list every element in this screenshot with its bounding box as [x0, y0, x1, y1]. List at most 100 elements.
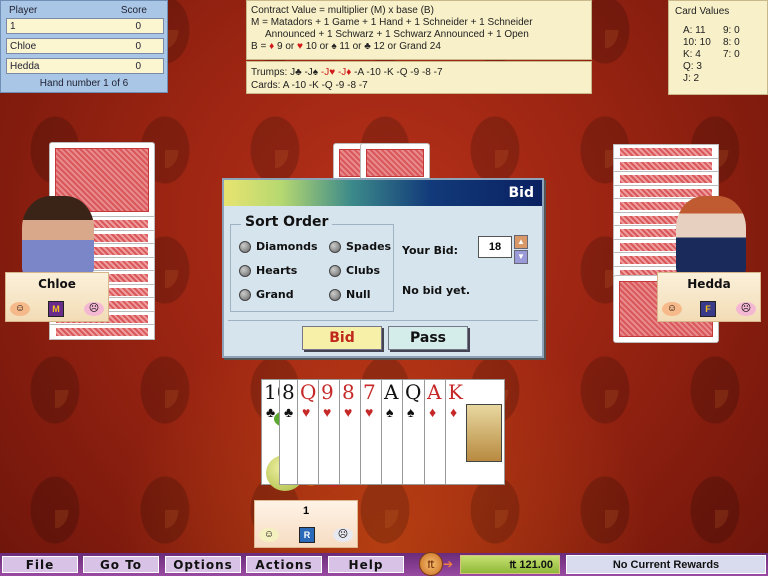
- currency-coin-icon[interactable]: ₶: [419, 552, 443, 576]
- balance-display: ₶ 121.00: [460, 555, 560, 574]
- arrow-right-icon: ➔: [443, 557, 454, 571]
- player-score: 0: [135, 40, 141, 52]
- card-rank: K: [448, 380, 463, 404]
- happy-emote-icon[interactable]: ☺: [259, 528, 279, 542]
- sort-grand-radio[interactable]: Grand: [239, 288, 294, 301]
- menu-actions[interactable]: Actions: [246, 556, 322, 573]
- menu-go-to[interactable]: Go To: [83, 556, 159, 573]
- chloe-nameplate: Chloe ☺ M ☹: [5, 272, 109, 322]
- card-rank: 9: [321, 380, 334, 404]
- menu-file[interactable]: File: [2, 556, 78, 573]
- bid-status: No bid yet.: [402, 284, 471, 297]
- player-name: 1: [10, 20, 16, 32]
- radio-icon: [239, 264, 251, 277]
- level-badge-icon: F: [700, 301, 716, 317]
- radio-icon: [329, 288, 341, 301]
- base-line: B = ♦ 9 or ♥ 10 or ♠ 11 or ♣ 12 or Grand…: [251, 41, 441, 52]
- skat-card-back: [360, 143, 430, 183]
- card-values-panel: Card Values A: 11 9: 0 10: 10 8: 0 K: 4 7: …: [668, 0, 768, 95]
- sort-null-radio[interactable]: Null: [329, 288, 371, 301]
- col-score: Score: [120, 5, 147, 16]
- bid-value-field[interactable]: 18: [478, 236, 512, 258]
- happy-emote-icon[interactable]: ☺: [10, 302, 30, 316]
- card-suit-icon: ♥: [344, 404, 353, 420]
- bid-up-arrow-icon[interactable]: ▲: [514, 235, 528, 249]
- bid-down-arrow-icon[interactable]: ▼: [514, 250, 528, 264]
- player-score: 0: [135, 60, 141, 72]
- diamond-icon: ♦: [269, 41, 275, 52]
- card-rank: 8: [342, 380, 355, 404]
- card-rank: A: [384, 380, 399, 404]
- opponent-name: Chloe: [38, 277, 76, 291]
- score-row: Hedda 0: [6, 58, 164, 74]
- sort-order-group: Sort Order Diamonds Spades Hearts Clubs …: [230, 214, 394, 312]
- spade-icon: ♠: [331, 41, 337, 52]
- radio-icon: [329, 264, 341, 277]
- pass-button[interactable]: Pass: [388, 326, 468, 350]
- level-badge-icon: M: [48, 301, 64, 317]
- card-values-title: Card Values: [675, 6, 730, 17]
- player-nameplate: 1 ☺ R ☹: [254, 500, 358, 548]
- rewards-display[interactable]: No Current Rewards: [566, 555, 766, 574]
- multiplier-line-cont: Announced + 1 Schwarz + 1 Schwarz Announ…: [265, 29, 529, 40]
- opponent-name: Hedda: [687, 277, 731, 291]
- multiplier-line: M = Matadors + 1 Game + 1 Hand + 1 Schne…: [251, 17, 533, 28]
- trumps-panel: Trumps: J♣ -J♠ -J♥ -J♦ -A -10 -K -Q -9 -…: [246, 61, 592, 94]
- sort-clubs-radio[interactable]: Clubs: [329, 264, 380, 277]
- player-name: 1: [302, 505, 310, 517]
- dialog-title: Bid: [224, 180, 542, 206]
- sad-emote-icon[interactable]: ☹: [333, 528, 353, 542]
- radio-icon: [239, 288, 251, 301]
- scoreboard: Player Score 10 Chloe 0 Hedda 0 Hand number…: [0, 0, 168, 93]
- card-suit-icon: ♦: [450, 404, 458, 420]
- hedda-avatar: [676, 196, 746, 276]
- player-name: Chloe: [10, 40, 37, 52]
- hedda-nameplate: Hedda ☺ F ☹: [657, 272, 761, 322]
- card-suit-icon: ♥: [302, 404, 311, 420]
- menu-options[interactable]: Options: [165, 556, 241, 573]
- card-suit-icon: ♠: [386, 404, 394, 420]
- player-hand: 10 ♣ 8 ♣ Q ♥ 9 ♥ 8 ♥ 7 ♥ A ♠ Q ♠ A ♦ K ♦: [261, 379, 505, 485]
- score-row: Chloe 0: [6, 38, 164, 54]
- happy-emote-icon[interactable]: ☺: [662, 302, 682, 316]
- card-rank: Q: [300, 380, 317, 404]
- sort-diamonds-radio[interactable]: Diamonds: [239, 240, 318, 253]
- cards-line: Cards: A -10 -K -Q -9 -8 -7: [251, 80, 368, 91]
- sort-order-label: Sort Order: [241, 214, 333, 230]
- radio-icon: [239, 240, 251, 253]
- card-suit-icon: ♣: [284, 404, 294, 420]
- player-score: 0: [135, 20, 141, 32]
- trumps-line: Trumps: J♣ -J♠ -J♥ -J♦ -A -10 -K -Q -9 -…: [251, 67, 443, 78]
- card-rank: Q: [405, 380, 422, 404]
- heart-icon: ♥: [297, 41, 303, 52]
- divider: [228, 320, 538, 321]
- card-suit-icon: ♥: [365, 404, 374, 420]
- card-suit-icon: ♦: [429, 404, 437, 420]
- card-rank: A: [427, 380, 442, 404]
- card-suit-icon: ♥: [323, 404, 332, 420]
- contract-formula: Contract Value = multiplier (M) x base (…: [251, 5, 434, 16]
- card-rank: 8: [282, 380, 295, 404]
- your-bid-label: Your Bid:: [402, 244, 459, 257]
- contract-info-panel: Contract Value = multiplier (M) x base (…: [246, 0, 592, 60]
- score-row: 10: [6, 18, 164, 34]
- king-face-art: [466, 404, 502, 462]
- pig-emote-icon[interactable]: ☹: [84, 302, 104, 316]
- player-name: Hedda: [10, 60, 40, 72]
- card-rank: 7: [363, 380, 376, 404]
- card-suit-icon: ♠: [407, 404, 415, 420]
- hand-card[interactable]: K ♦: [445, 379, 505, 485]
- bid-button[interactable]: Bid: [302, 326, 382, 350]
- hand-number: Hand number 1 of 6: [39, 78, 129, 89]
- club-icon: ♣: [364, 41, 371, 52]
- radio-icon: [329, 240, 341, 253]
- menu-help[interactable]: Help: [328, 556, 404, 573]
- chloe-avatar: [22, 196, 94, 276]
- level-badge-icon: R: [299, 527, 315, 543]
- sort-hearts-radio[interactable]: Hearts: [239, 264, 297, 277]
- col-player: Player: [9, 5, 38, 16]
- opponent-card-back: [49, 324, 155, 340]
- pig-emote-icon[interactable]: ☹: [736, 302, 756, 316]
- bid-dialog: Bid Sort Order Diamonds Spades Hearts Cl…: [222, 178, 544, 358]
- sort-spades-radio[interactable]: Spades: [329, 240, 391, 253]
